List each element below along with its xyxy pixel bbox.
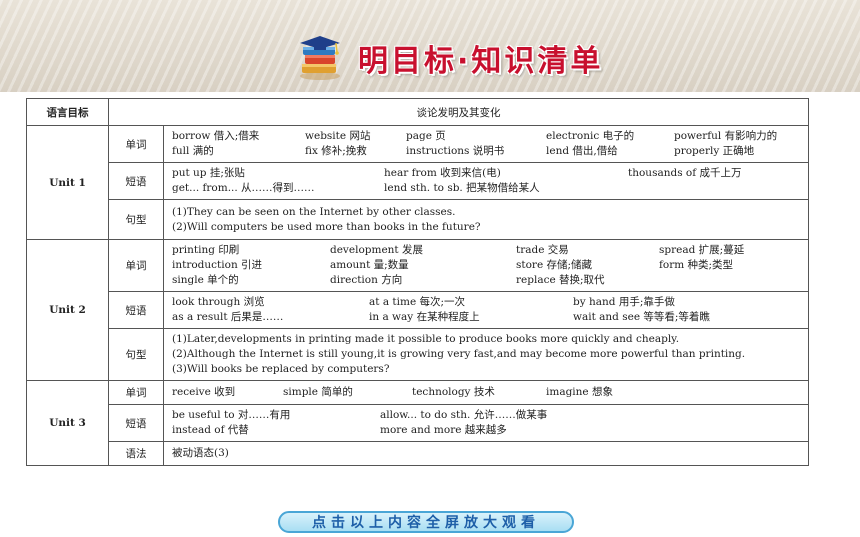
content-item: imagine 想象 [546, 386, 613, 398]
content-item: replace 替换;取代 [516, 274, 605, 286]
content-list: borrow 借入;借来 website 网站 page 页 electronic 电… [172, 129, 800, 159]
category-label: 单词 [108, 239, 164, 292]
category-label: 短语 [108, 291, 164, 329]
content-item: look through 浏览 [172, 296, 265, 308]
content-cell: be useful to 对……有用 allow... to do sth. 允许… [163, 404, 809, 442]
fullscreen-view-button[interactable]: 点击以上内容全屏放大观看 [278, 511, 574, 533]
table-row: Unit 3 单词 receive 收到 simple 简单的 technology 技… [26, 380, 809, 466]
content-item: lend sth. to sb. 把某物借给某人 [384, 182, 540, 194]
unit-label: Unit 2 [26, 239, 109, 381]
content-cell: borrow 借入;借来 website 网站 page 页 electronic 电… [163, 125, 809, 163]
content-item: wait and see 等等看;等着瞧 [573, 311, 710, 323]
content-item: trade 交易 [516, 244, 569, 256]
content-item: instructions 说明书 [406, 145, 505, 157]
table-row: 短语 put up 挂;张贴 hear from 收到来信(电) thousands … [27, 162, 809, 200]
content-list: look through 浏览 at a time 每次;一次 by hand 用手… [172, 295, 800, 325]
category-label: 单词 [108, 380, 164, 405]
content-list: (1)Later,developments in printing made i… [172, 332, 800, 377]
content-item: powerful 有影响力的 [674, 130, 778, 142]
content-item: (2)Will computers be used more than book… [172, 220, 481, 233]
table-header-row: 语言目标 谈论发明及其变化 [26, 98, 809, 126]
content-item: single 单个的 [172, 274, 239, 286]
content-list: (1)They can be seen on the Internet by o… [172, 205, 800, 235]
content-item: hear from 收到来信(电) [384, 167, 501, 179]
content-item: more and more 越来越多 [380, 424, 507, 436]
content-cell: receive 收到 simple 简单的 technology 技术 imagine… [163, 380, 809, 405]
content-list: 被动语态(3) [172, 446, 800, 461]
content-item: electronic 电子的 [546, 130, 635, 142]
content-item: (1)They can be seen on the Internet by o… [172, 205, 456, 218]
content-cell: printing 印刷 development 发展 trade 交易 spread … [163, 239, 809, 292]
content-item [628, 181, 800, 196]
content-item: by hand 用手;靠手做 [573, 296, 675, 308]
content-list: put up 挂;张贴 hear from 收到来信(电) thousands of… [172, 166, 800, 196]
category-label: 语法 [108, 441, 164, 466]
knowledge-table-wrap: 语言目标 谈论发明及其变化 Unit 1 单词 borrow 借入;借来 websit… [26, 98, 809, 466]
content-item: in a way 在某种程度上 [369, 311, 480, 323]
table-row: 短语 be useful to 对……有用 allow... to do sth. … [27, 404, 809, 442]
content-item: as a result 后果是…… [172, 311, 284, 323]
header-topic: 谈论发明及其变化 [108, 98, 809, 126]
content-item: form 种类;类型 [659, 259, 734, 271]
content-item: website 网站 [305, 130, 371, 142]
category-label: 单词 [108, 125, 164, 163]
category-label: 句型 [108, 199, 164, 240]
content-item: instead of 代替 [172, 424, 249, 436]
content-item: properly 正确地 [674, 145, 755, 157]
content-item: (1)Later,developments in printing made i… [172, 333, 680, 345]
content-list: printing 印刷 development 发展 trade 交易 spread … [172, 243, 800, 288]
content-cell: 被动语态(3) [163, 441, 809, 466]
category-label: 句型 [108, 328, 164, 381]
content-item: simple 简单的 [283, 386, 353, 398]
content-item: at a time 每次;一次 [369, 296, 466, 308]
table-row: Unit 2 单词 printing 印刷 development 发展 trade 交… [26, 239, 809, 381]
knowledge-table: 语言目标 谈论发明及其变化 Unit 1 单词 borrow 借入;借来 websit… [26, 98, 809, 466]
unit-label: Unit 3 [26, 380, 109, 466]
category-label: 短语 [108, 404, 164, 442]
content-item: get... from... 从……得到…… [172, 182, 315, 194]
content-item: (2)Although the Internet is still young,… [172, 348, 746, 360]
content-item: full 满的 [172, 145, 214, 157]
content-item: fix 修补;挽救 [305, 145, 367, 157]
content-cell: (1)They can be seen on the Internet by o… [163, 199, 809, 240]
content-item: introduction 引进 [172, 259, 263, 271]
content-cell: (1)Later,developments in printing made i… [163, 328, 809, 381]
content-item: lend 借出,借给 [546, 145, 618, 157]
content-item: be useful to 对……有用 [172, 409, 291, 421]
content-item: receive 收到 [172, 386, 236, 398]
page-title: 明目标·知识清单 [358, 44, 604, 79]
title-area: 明目标·知识清单 [296, 30, 603, 86]
content-item: allow... to do sth. 允许……做某事 [380, 409, 548, 421]
content-list: be useful to 对……有用 allow... to do sth. 允许… [172, 408, 800, 438]
content-item: (3)Will books be replaced by computers? [172, 363, 390, 375]
table-row: 短语 look through 浏览 at a time 每次;一次 by hand … [27, 291, 809, 329]
content-item: store 存储;储藏 [516, 259, 593, 271]
content-item: borrow 借入;借来 [172, 130, 260, 142]
content-cell: look through 浏览 at a time 每次;一次 by hand 用手… [163, 291, 809, 329]
content-item [659, 273, 800, 288]
table-row: Unit 1 单词 borrow 借入;借来 website 网站 page 页 elec… [26, 125, 809, 240]
fullscreen-view-label: 点击以上内容全屏放大观看 [312, 515, 540, 531]
content-item: spread 扩展;蔓延 [659, 244, 745, 256]
content-item: thousands of 成千上万 [628, 167, 742, 179]
table-row: 语法 被动语态(3) [27, 441, 809, 466]
header-language-goal: 语言目标 [26, 98, 109, 126]
unit-label: Unit 1 [26, 125, 109, 240]
books-graduation-cap-icon [296, 34, 344, 82]
content-item: amount 量;数量 [330, 259, 409, 271]
content-list: receive 收到 simple 简单的 technology 技术 imagine… [172, 385, 800, 400]
content-item: printing 印刷 [172, 244, 240, 256]
content-item: page 页 [406, 130, 446, 142]
content-item: put up 挂;张贴 [172, 167, 245, 179]
content-item: 被动语态(3) [172, 447, 229, 459]
table-row: 句型 (1)Later,developments in printing made… [27, 328, 809, 381]
content-item: technology 技术 [412, 386, 495, 398]
category-label: 短语 [108, 162, 164, 200]
table-row: 句型 (1)They can be seen on the Internet by… [27, 199, 809, 240]
content-item: direction 方向 [330, 274, 403, 286]
content-item: development 发展 [330, 244, 423, 256]
content-cell: put up 挂;张贴 hear from 收到来信(电) thousands of… [163, 162, 809, 200]
